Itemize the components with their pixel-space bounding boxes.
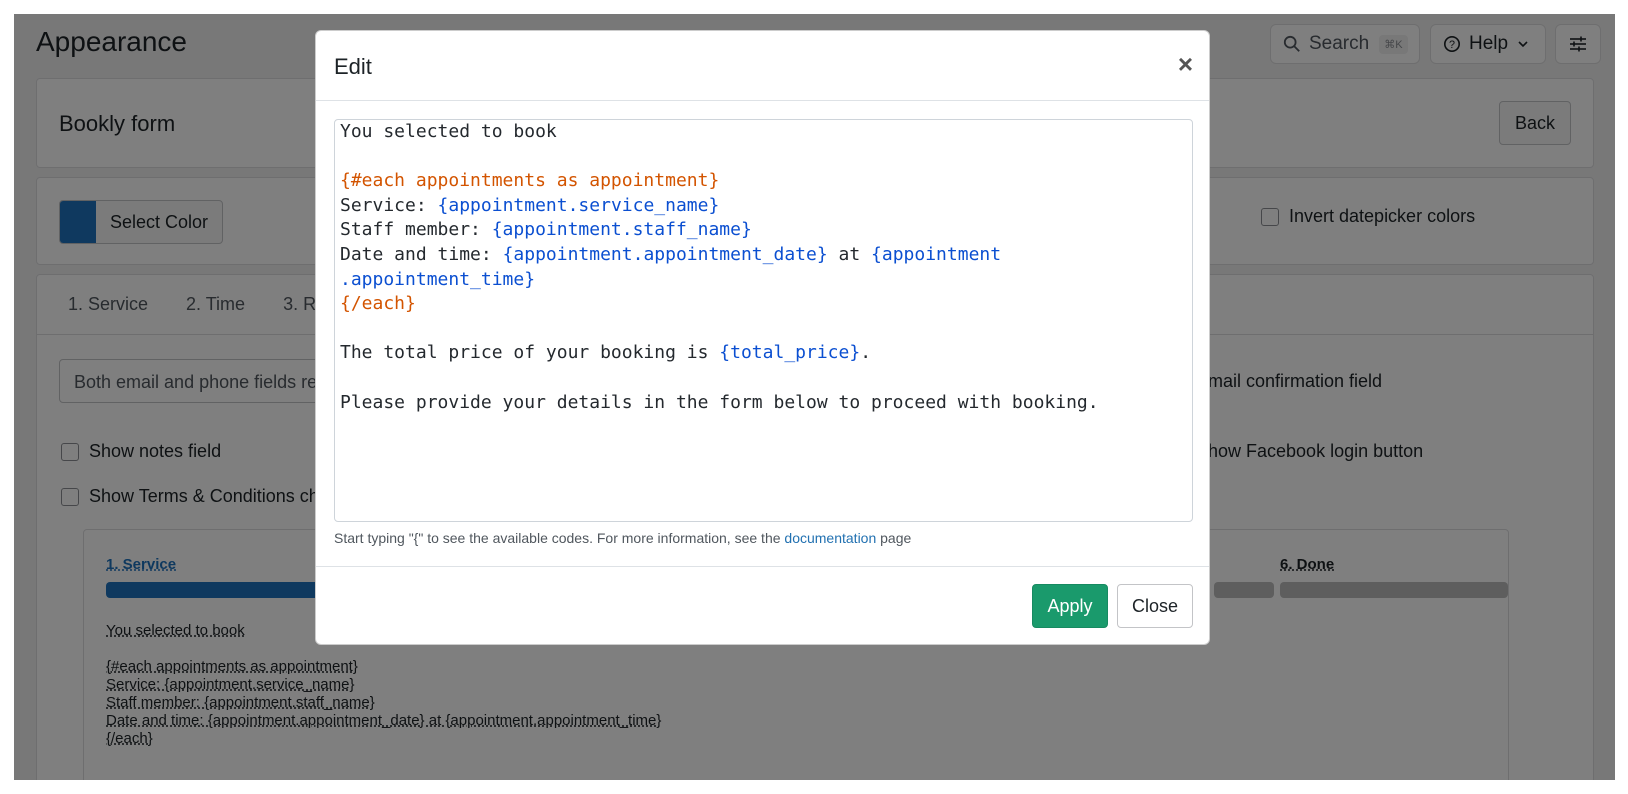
modal-title: Edit: [334, 54, 372, 79]
modal-header: Edit ×: [316, 31, 1209, 101]
editor-line: {/each}: [340, 292, 1187, 317]
code-text: Service:: [340, 194, 438, 216]
code-keyword: {#each appointments as appointment}: [340, 170, 720, 192]
code-text: at: [827, 243, 872, 265]
editor-line: Staff member: {appointment.staff_name}: [340, 218, 1187, 243]
hint-text: Start typing "{" to see the available co…: [334, 530, 785, 546]
code-keyword: {/each}: [340, 293, 416, 315]
app-frame: Appearance Search ⌘K ? Help Bookly form …: [14, 14, 1615, 780]
code-text: The total price of your booking is: [340, 342, 720, 364]
code-text: You selected to book: [340, 121, 557, 142]
editor-line: Please provide your details in the form …: [340, 391, 1187, 416]
code-variable: .appointment_time}: [340, 268, 536, 290]
editor-hint: Start typing "{" to see the available co…: [334, 530, 911, 546]
apply-button[interactable]: Apply: [1032, 584, 1108, 628]
close-icon[interactable]: ×: [1178, 49, 1193, 79]
documentation-link[interactable]: documentation: [784, 530, 876, 546]
code-variable: {appointment.appointment_date}: [502, 243, 828, 265]
code-text: .: [860, 342, 872, 364]
editor-line: Date and time: {appointment.appointment_…: [340, 243, 1187, 268]
close-button[interactable]: Close: [1117, 584, 1193, 628]
editor-line: .appointment_time}: [340, 268, 1187, 293]
editor-line: The total price of your booking is {tota…: [340, 341, 1187, 366]
hint-text-end: page: [876, 530, 912, 546]
modal-footer: Apply Close: [316, 566, 1209, 646]
code-editor[interactable]: You selected to book {#each appointments …: [334, 119, 1193, 522]
code-variable: {appointment: [871, 243, 1002, 265]
code-text: Staff member:: [340, 219, 492, 241]
editor-line: You selected to book: [340, 120, 1187, 145]
code-text: Date and time:: [340, 243, 503, 265]
code-variable: {appointment.service_name}: [437, 194, 720, 216]
editor-line: {#each appointments as appointment}: [340, 169, 1187, 194]
code-variable: {appointment.staff_name}: [491, 219, 752, 241]
code-text: Please provide your details in the form …: [340, 391, 1099, 413]
code-variable: {total_price}: [719, 342, 861, 364]
edit-modal: Edit × You selected to book {#each appoin…: [315, 30, 1210, 645]
editor-line: Service: {appointment.service_name}: [340, 194, 1187, 219]
